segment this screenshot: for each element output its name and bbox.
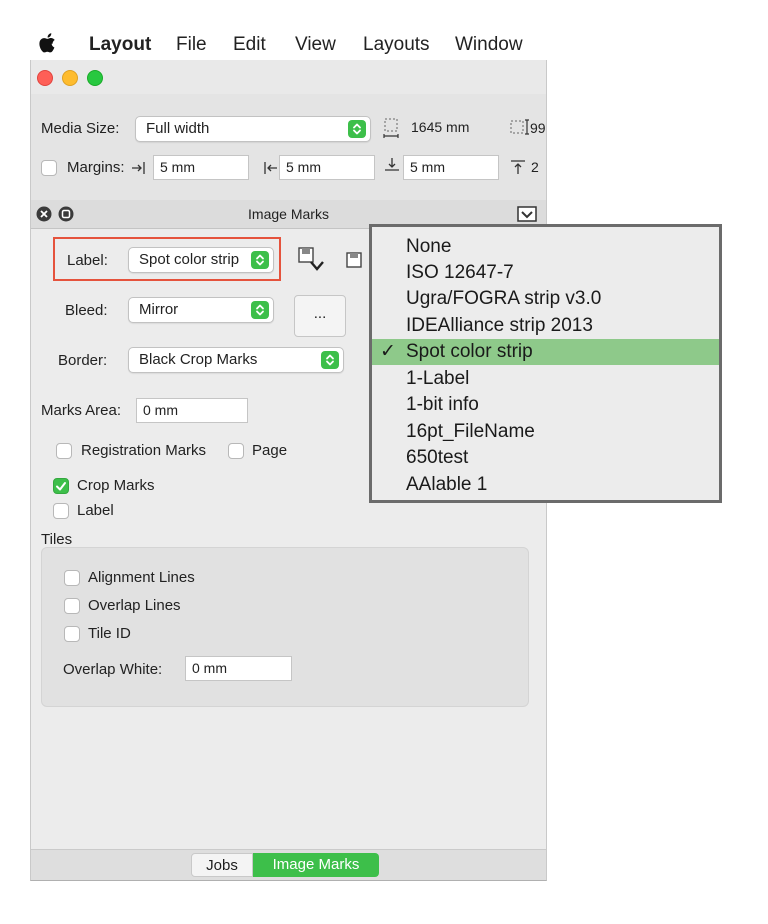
menu-window[interactable]: Window xyxy=(455,34,523,56)
height-icon xyxy=(510,119,529,135)
bleed-popup[interactable]: Mirror xyxy=(128,297,274,323)
panel-title: Image Marks xyxy=(248,206,329,222)
media-toolbar: Media Size: Full width 1645 mm 99 Margin… xyxy=(31,94,546,201)
menu-view[interactable]: View xyxy=(295,34,336,56)
alignment-lines-label: Alignment Lines xyxy=(88,569,195,586)
border-popup[interactable]: Black Crop Marks xyxy=(128,347,344,373)
dropdown-item[interactable]: 16pt_FileName xyxy=(372,419,719,445)
import-label-icon[interactable] xyxy=(297,245,325,273)
margins-label: Margins: xyxy=(67,159,125,176)
tile-id-label: Tile ID xyxy=(88,625,131,642)
menu-edit[interactable]: Edit xyxy=(233,34,266,56)
page-checkbox[interactable] xyxy=(228,443,244,459)
dropdown-item[interactable]: 650test xyxy=(372,445,719,471)
marks-area-label: Marks Area: xyxy=(41,402,122,419)
label-popup[interactable]: Spot color strip xyxy=(128,247,274,273)
popup-stepper-icon xyxy=(348,120,366,138)
margin-top-field[interactable]: 2 xyxy=(531,159,539,175)
popup-stepper-icon xyxy=(251,301,269,319)
label-label: Label: xyxy=(67,252,108,269)
border-label: Border: xyxy=(58,352,108,369)
checkmark-icon: ✓ xyxy=(380,341,396,362)
width-icon xyxy=(383,118,399,138)
popup-stepper-icon xyxy=(321,351,339,369)
checkmark-icon xyxy=(56,482,66,491)
dropdown-item[interactable]: IDEAlliance strip 2013 xyxy=(372,313,719,339)
menu-app-layout[interactable]: Layout xyxy=(89,34,151,56)
label-checkbox[interactable] xyxy=(53,503,69,519)
label-popup-value: Spot color strip xyxy=(139,251,240,268)
registration-marks-label: Registration Marks xyxy=(81,442,207,459)
bleed-more-button[interactable]: ... xyxy=(294,295,346,337)
tab-image-marks[interactable]: Image Marks xyxy=(253,853,379,877)
panel-menu-icon[interactable] xyxy=(517,204,537,224)
tab-jobs[interactable]: Jobs xyxy=(191,853,253,877)
dropdown-item[interactable]: 1-bit info xyxy=(372,392,719,418)
save-label-icon[interactable] xyxy=(345,251,365,271)
dropdown-item[interactable]: None xyxy=(372,234,719,260)
bottom-tab-bar: Jobs Image Marks xyxy=(31,849,546,880)
dropdown-item-label: Spot color strip xyxy=(406,341,533,362)
margin-bottom-icon xyxy=(385,158,399,171)
zoom-window-button[interactable] xyxy=(87,70,103,86)
label-checkbox-label: Label xyxy=(77,502,114,519)
registration-marks-checkbox[interactable] xyxy=(56,443,72,459)
margin-right-icon xyxy=(264,162,277,174)
crop-marks-checkbox[interactable] xyxy=(53,478,69,494)
overlap-lines-label: Overlap Lines xyxy=(88,597,181,614)
apple-icon[interactable] xyxy=(38,31,58,55)
tiles-group: Alignment Lines Overlap Lines Tile ID Ov… xyxy=(41,547,529,707)
minimize-window-button[interactable] xyxy=(62,70,78,86)
dropdown-item[interactable]: AAlable 1 xyxy=(372,472,719,498)
label-dropdown-menu: None ISO 12647-7 Ugra/FOGRA strip v3.0 I… xyxy=(369,224,722,503)
bleed-popup-value: Mirror xyxy=(139,301,179,318)
tile-id-checkbox[interactable] xyxy=(64,626,80,642)
media-size-popup[interactable]: Full width xyxy=(135,116,371,142)
close-window-button[interactable] xyxy=(37,70,53,86)
popup-stepper-icon xyxy=(251,251,269,269)
menu-layouts[interactable]: Layouts xyxy=(363,34,430,56)
crop-marks-label: Crop Marks xyxy=(77,477,155,494)
margin-right-field[interactable]: 5 mm xyxy=(279,155,375,180)
media-size-value: Full width xyxy=(146,120,210,137)
width-field[interactable]: 1645 mm xyxy=(405,116,501,141)
media-size-label: Media Size: xyxy=(41,120,120,137)
dropdown-item[interactable]: 1-Label xyxy=(372,366,719,392)
overlap-white-field[interactable]: 0 mm xyxy=(185,656,292,681)
bleed-label: Bleed: xyxy=(65,302,108,319)
alignment-lines-checkbox[interactable] xyxy=(64,570,80,586)
dropdown-item[interactable]: ISO 12647-7 xyxy=(372,260,719,286)
dropdown-item-selected[interactable]: ✓ Spot color strip xyxy=(372,339,719,365)
menu-file[interactable]: File xyxy=(176,34,207,56)
border-popup-value: Black Crop Marks xyxy=(139,351,258,368)
title-bar xyxy=(31,60,546,95)
marks-area-field[interactable]: 0 mm xyxy=(136,398,248,423)
margin-left-icon xyxy=(132,162,145,174)
tiles-heading: Tiles xyxy=(41,531,73,548)
margin-top-icon xyxy=(511,160,525,174)
margin-left-field[interactable]: 5 mm xyxy=(153,155,249,180)
height-field[interactable]: 99 xyxy=(530,120,546,136)
overlap-lines-checkbox[interactable] xyxy=(64,598,80,614)
margins-checkbox[interactable] xyxy=(41,160,57,176)
margin-bottom-field[interactable]: 5 mm xyxy=(403,155,499,180)
dropdown-item[interactable]: Ugra/FOGRA strip v3.0 xyxy=(372,286,719,312)
page-label: Page xyxy=(252,442,288,459)
overlap-white-label: Overlap White: xyxy=(63,661,163,678)
